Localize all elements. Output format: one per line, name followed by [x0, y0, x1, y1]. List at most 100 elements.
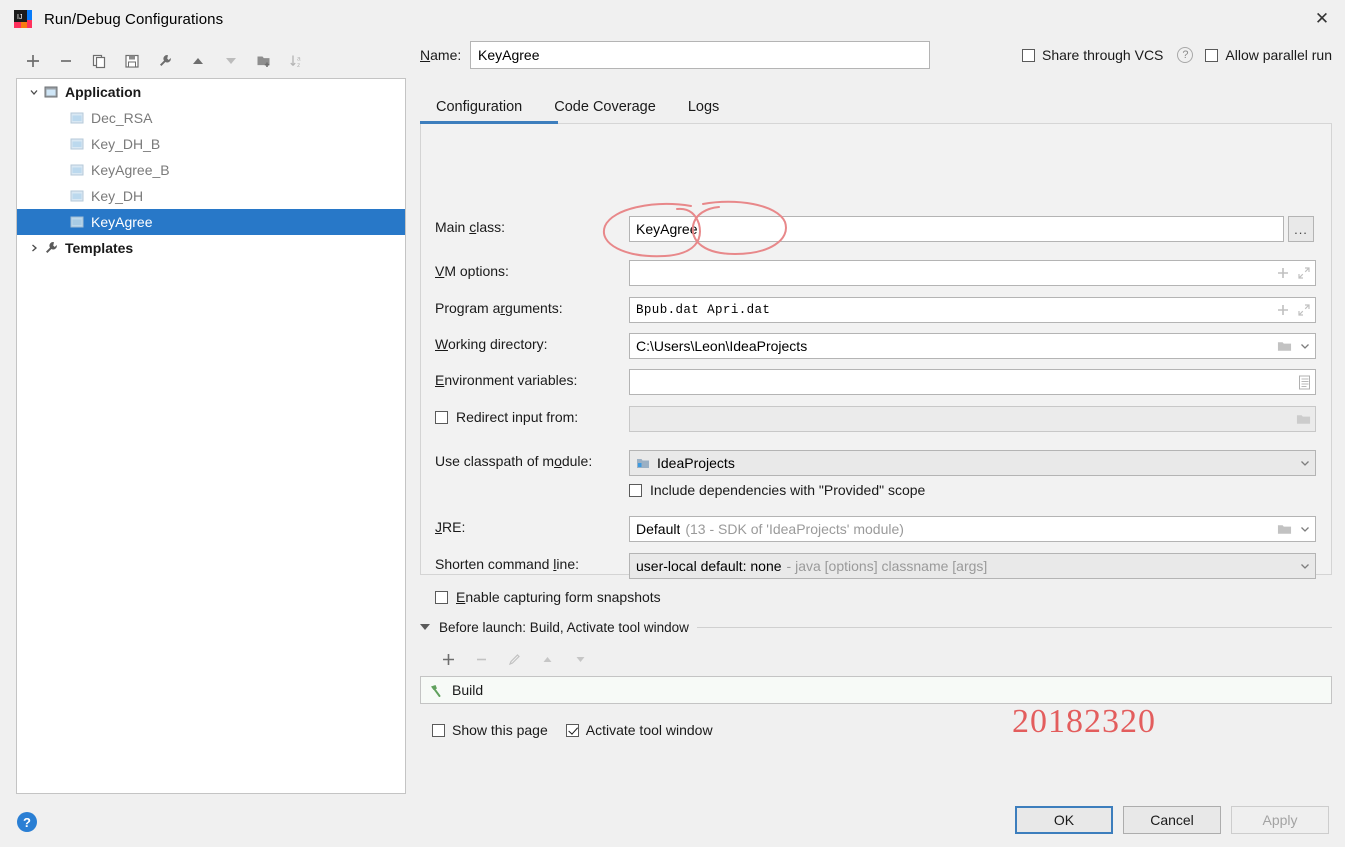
- main-class-field-wrap: KeyAgree ...: [629, 216, 1314, 242]
- shorten-command-line-value: user-local default: none: [636, 558, 782, 574]
- edit-task-button[interactable]: [498, 646, 531, 672]
- move-up-button[interactable]: [181, 47, 214, 75]
- before-launch-task-row[interactable]: Build: [420, 676, 1332, 704]
- before-launch-header[interactable]: Before launch: Build, Activate tool wind…: [420, 616, 1332, 638]
- triangle-down-icon[interactable]: [420, 624, 430, 630]
- environment-variables-label: Environment variables:: [435, 372, 578, 388]
- tree-item-key-dh-b[interactable]: Key_DH_B: [17, 131, 405, 157]
- redirect-input-label: Redirect input from:: [456, 409, 579, 425]
- tree-item-dec-rsa[interactable]: Dec_RSA: [17, 105, 405, 131]
- copy-icon: [92, 54, 105, 69]
- chevron-right-icon[interactable]: [25, 239, 43, 257]
- remove-configuration-button[interactable]: [49, 47, 82, 75]
- vm-options-adornments: [1276, 261, 1311, 285]
- sort-alpha-icon: a z: [289, 55, 301, 69]
- cancel-button[interactable]: Cancel: [1123, 806, 1221, 834]
- minus-icon: [60, 60, 71, 62]
- working-directory-input[interactable]: C:\Users\Leon\IdeaProjects: [629, 333, 1316, 359]
- apply-button[interactable]: Apply: [1231, 806, 1329, 834]
- name-input[interactable]: [470, 41, 930, 69]
- hammer-icon: [429, 683, 444, 698]
- before-launch-options: Show this page Activate tool window: [420, 715, 1332, 745]
- program-arguments-input[interactable]: Bpub.dat Apri.dat: [629, 297, 1316, 323]
- student-id-watermark: 20182320: [1012, 703, 1156, 740]
- add-task-button[interactable]: [432, 646, 465, 672]
- enable-snapshots-checkbox[interactable]: [435, 590, 448, 604]
- environment-variables-row: Environment variables:: [435, 372, 577, 388]
- new-folder-button[interactable]: [247, 47, 280, 75]
- activate-tool-window-label: Activate tool window: [585, 722, 713, 738]
- task-move-up-button[interactable]: [531, 646, 564, 672]
- main-class-row: Main class:: [435, 219, 505, 235]
- folder-add-icon: [257, 56, 269, 67]
- close-icon[interactable]: ✕: [1299, 0, 1345, 38]
- task-move-down-button[interactable]: [564, 646, 597, 672]
- include-dependencies-row[interactable]: Include dependencies with "Provided" sco…: [629, 482, 925, 498]
- question-mark-icon[interactable]: ?: [1177, 47, 1194, 63]
- redirect-input-adornments: [1296, 407, 1311, 431]
- vm-options-input[interactable]: [629, 260, 1316, 286]
- edit-templates-button[interactable]: [148, 47, 181, 75]
- tree-item-key-dh[interactable]: Key_DH: [17, 183, 405, 209]
- before-launch-title: Before launch: Build, Activate tool wind…: [439, 619, 689, 635]
- svg-text:IJ: IJ: [17, 14, 22, 21]
- allow-parallel-run-label: Allow parallel run: [1225, 47, 1332, 63]
- show-this-page-checkbox[interactable]: [432, 723, 445, 737]
- working-directory-label: Working directory:: [435, 336, 548, 352]
- working-directory-row: Working directory:: [435, 336, 548, 352]
- add-configuration-button[interactable]: [16, 47, 49, 75]
- help-circle-icon[interactable]: ?: [17, 812, 37, 832]
- share-through-vcs-label: Share through VCS: [1041, 47, 1164, 63]
- tree-item-keyagree[interactable]: KeyAgree: [17, 209, 405, 235]
- main-class-input[interactable]: KeyAgree: [629, 216, 1284, 242]
- use-classpath-row: Use classpath of module:: [435, 453, 592, 469]
- redirect-input-row[interactable]: Redirect input from:: [435, 409, 578, 425]
- main-class-browse-button[interactable]: ...: [1288, 216, 1314, 242]
- enable-snapshots-label: Enable capturing form snapshots: [456, 589, 661, 605]
- header-options: Share through VCS ? Allow parallel run: [1021, 47, 1332, 63]
- enable-snapshots-row[interactable]: Enable capturing form snapshots: [435, 589, 661, 605]
- working-directory-adornments: [1277, 334, 1311, 358]
- intellij-idea-icon: IJ: [14, 10, 32, 28]
- sort-configurations-button[interactable]: a z: [280, 47, 313, 75]
- arrow-down-icon: [576, 656, 585, 662]
- program-arguments-row: Program arguments:: [435, 300, 563, 316]
- program-arguments-adornments: [1276, 298, 1311, 322]
- tab-bar: Configuration Code Coverage Logs: [420, 86, 1332, 124]
- environment-variables-input[interactable]: [629, 369, 1316, 395]
- before-launch-section: Before launch: Build, Activate tool wind…: [420, 616, 1332, 745]
- tree-group-application[interactable]: Application: [17, 79, 405, 105]
- remove-task-button[interactable]: [465, 646, 498, 672]
- title-bar: IJ Run/Debug Configurations ✕: [0, 0, 1345, 38]
- use-classpath-adornments: [1299, 451, 1311, 475]
- list-editor-icon: [1299, 375, 1310, 389]
- jre-hint: (13 - SDK of 'IdeaProjects' module): [685, 521, 904, 537]
- include-dependencies-checkbox[interactable]: [629, 483, 642, 497]
- redirect-input-checkbox[interactable]: [435, 410, 448, 424]
- copy-configuration-button[interactable]: [82, 47, 115, 75]
- arrow-down-icon: [225, 58, 236, 64]
- expand-icon: [1298, 304, 1310, 316]
- configurations-tree[interactable]: Application Dec_RSA Key_DH_B KeyAgree_B …: [16, 78, 406, 794]
- redirect-input-field: [629, 406, 1316, 432]
- main-class-label: Main class:: [435, 219, 506, 235]
- tree-group-templates[interactable]: Templates: [17, 235, 405, 261]
- move-down-button[interactable]: [214, 47, 247, 75]
- tree-group-label: Application: [65, 84, 142, 100]
- tab-logs[interactable]: Logs: [672, 99, 735, 124]
- arrow-up-icon: [543, 656, 552, 662]
- tree-group-label: Templates: [65, 240, 134, 256]
- allow-parallel-run-checkbox[interactable]: [1205, 48, 1219, 62]
- ok-button[interactable]: OK: [1015, 806, 1113, 834]
- activate-tool-window-checkbox[interactable]: [565, 723, 579, 737]
- share-through-vcs-checkbox[interactable]: [1021, 48, 1035, 62]
- tree-item-keyagree-b[interactable]: KeyAgree_B: [17, 157, 405, 183]
- tab-code-coverage[interactable]: Code Coverage: [538, 99, 672, 124]
- shorten-command-line-combo[interactable]: user-local default: none - java [options…: [629, 553, 1316, 579]
- configurations-toolbar: a z: [16, 46, 316, 76]
- jre-combo[interactable]: Default (13 - SDK of 'IdeaProjects' modu…: [629, 516, 1316, 542]
- chevron-down-icon[interactable]: [25, 83, 43, 101]
- use-classpath-combo[interactable]: IdeaProjects: [629, 450, 1316, 476]
- save-configuration-button[interactable]: [115, 47, 148, 75]
- shorten-command-line-adornments: [1299, 554, 1311, 578]
